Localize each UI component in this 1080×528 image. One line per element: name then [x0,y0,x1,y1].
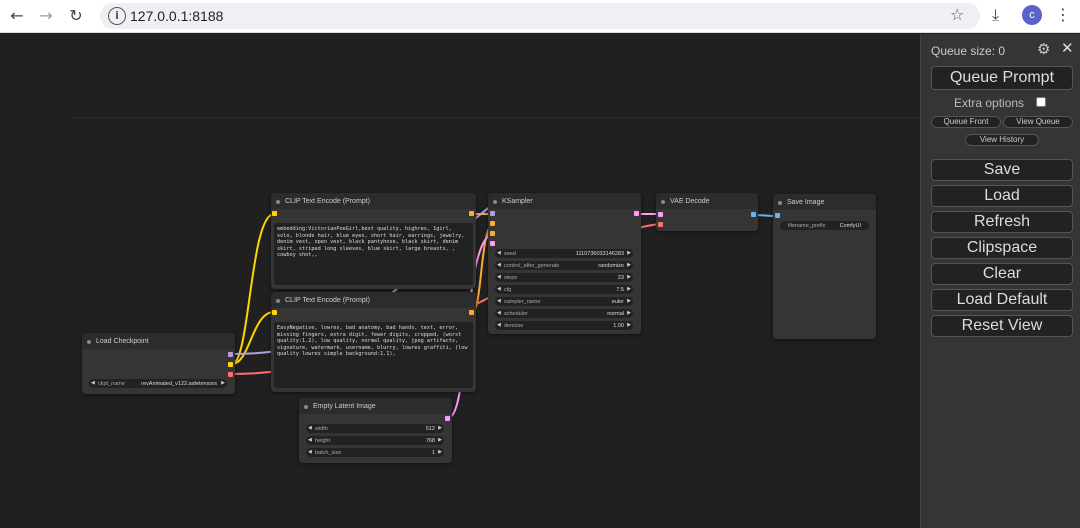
decrement-arrow-icon[interactable]: ◀ [497,310,501,316]
samples-input-slot[interactable] [658,212,663,217]
decrement-arrow-icon[interactable]: ◀ [497,298,501,304]
bookmark-star-icon[interactable]: ☆ [950,5,964,24]
ckpt-name-widget[interactable]: ◀ ckpt_name revAnimated_v122.safetensors… [89,379,227,388]
prompt-textarea[interactable]: EasyNegative, lowres, bad anatomy, bad h… [274,322,473,388]
gear-icon[interactable]: ⚙ [1037,40,1050,58]
increment-arrow-icon[interactable]: ▶ [627,274,631,280]
node-title: KSampler [502,198,533,205]
decrement-arrow-icon[interactable]: ◀ [497,274,501,280]
clip-input-slot[interactable] [272,211,277,216]
filename-prefix-widget[interactable]: filename_prefix ComfyUI [780,221,869,230]
sampler-name-widget[interactable]: ◀ sampler_name euler ▶ [495,297,633,306]
decrement-arrow-icon[interactable]: ◀ [308,425,312,431]
node-title: Load Checkpoint [96,338,149,345]
queue-size-label: Queue size: 0 [931,44,1006,58]
node-title: CLIP Text Encode (Prompt) [285,198,370,205]
batch-size-widget[interactable]: ◀ batch_size 1 ▶ [306,448,444,457]
address-bar[interactable]: i 127.0.0.1:8188 ☆ [100,3,980,29]
node-title: CLIP Text Encode (Prompt) [285,297,370,304]
decrement-arrow-icon[interactable]: ◀ [91,380,95,386]
load-button[interactable]: Load [931,185,1073,207]
increment-arrow-icon[interactable]: ▶ [627,298,631,304]
clipspace-button[interactable]: Clipspace [931,237,1073,259]
image-output-slot[interactable] [751,212,756,217]
width-widget[interactable]: ◀ width 512 ▶ [306,424,444,433]
prompt-textarea[interactable]: embedding:VictorianPoeGirl,best quality,… [274,223,473,285]
load-checkpoint-node[interactable]: Load Checkpoint ◀ ckpt_name revAnimated_… [82,333,235,394]
cfg-widget[interactable]: ◀ cfg 7.5 ▶ [495,285,633,294]
empty-latent-image-node[interactable]: Empty Latent Image ◀ width 512 ▶ ◀ heigh… [299,398,452,463]
load-default-button[interactable]: Load Default [931,289,1073,311]
queue-front-button[interactable]: Queue Front [931,116,1001,128]
view-history-button[interactable]: View History [965,134,1039,146]
decrement-arrow-icon[interactable]: ◀ [497,286,501,292]
increment-arrow-icon[interactable]: ▶ [627,310,631,316]
decrement-arrow-icon[interactable]: ◀ [497,262,501,268]
ksampler-node[interactable]: KSampler ◀ seed 1110736033146283 ▶ ◀ con… [488,193,641,334]
height-widget[interactable]: ◀ height 768 ▶ [306,436,444,445]
increment-arrow-icon[interactable]: ▶ [221,380,225,386]
scheduler-widget[interactable]: ◀ scheduler normal ▶ [495,309,633,318]
latent-input-slot[interactable] [490,241,495,246]
clip-text-encode-negative-node[interactable]: CLIP Text Encode (Prompt) EasyNegative, … [271,292,476,392]
increment-arrow-icon[interactable]: ▶ [627,262,631,268]
latent-output-slot[interactable] [445,416,450,421]
control-after-generate-widget[interactable]: ◀ control_after_generate randomize ▶ [495,261,633,270]
increment-arrow-icon[interactable]: ▶ [627,250,631,256]
decrement-arrow-icon[interactable]: ◀ [497,322,501,328]
increment-arrow-icon[interactable]: ▶ [438,425,442,431]
url-text: 127.0.0.1:8188 [130,8,224,24]
node-title: Empty Latent Image [313,403,376,410]
vae-input-slot[interactable] [658,222,663,227]
refresh-button[interactable]: Refresh [931,211,1073,233]
denoise-widget[interactable]: ◀ denoise 1.00 ▶ [495,321,633,330]
save-image-node[interactable]: Save Image filename_prefix ComfyUI [773,194,876,339]
latent-output-slot[interactable] [634,211,639,216]
comfy-menu-panel: Queue size: 0 ⚙ ✕ Queue Prompt Extra opt… [920,34,1080,528]
images-input-slot[interactable] [775,213,780,218]
decrement-arrow-icon[interactable]: ◀ [308,449,312,455]
download-icon[interactable]: ⤓ [992,5,999,25]
kebab-menu-icon[interactable]: ⋮ [1055,5,1071,24]
steps-widget[interactable]: ◀ steps 23 ▶ [495,273,633,282]
clear-button[interactable]: Clear [931,263,1073,285]
close-icon[interactable]: ✕ [1061,39,1074,57]
increment-arrow-icon[interactable]: ▶ [627,286,631,292]
increment-arrow-icon[interactable]: ▶ [438,437,442,443]
clip-text-encode-positive-node[interactable]: CLIP Text Encode (Prompt) embedding:Vict… [271,193,476,289]
increment-arrow-icon[interactable]: ▶ [627,322,631,328]
arrow-left-icon[interactable]: ← [6,5,28,27]
node-title: Save Image [787,199,825,206]
view-queue-button[interactable]: View Queue [1003,116,1073,128]
seed-widget[interactable]: ◀ seed 1110736033146283 ▶ [495,249,633,258]
negative-input-slot[interactable] [490,231,495,236]
vae-decode-node[interactable]: VAE Decode [656,193,758,231]
queue-prompt-button[interactable]: Queue Prompt [931,66,1073,90]
save-button[interactable]: Save [931,159,1073,181]
arrow-right-icon[interactable]: → [35,5,57,27]
node-title: VAE Decode [670,198,710,205]
conditioning-output-slot[interactable] [469,310,474,315]
decrement-arrow-icon[interactable]: ◀ [497,250,501,256]
decrement-arrow-icon[interactable]: ◀ [308,437,312,443]
site-info-icon[interactable]: i [108,7,126,25]
node-graph-canvas[interactable]: CLIP Text Encode (Prompt) embedding:Vict… [0,34,920,528]
extra-options-label: Extra options [954,96,1025,110]
increment-arrow-icon[interactable]: ▶ [438,449,442,455]
model-output-slot[interactable] [228,352,233,357]
model-input-slot[interactable] [490,211,495,216]
avatar[interactable]: c [1022,5,1042,25]
clip-output-slot[interactable] [228,362,233,367]
reset-view-button[interactable]: Reset View [931,315,1073,337]
positive-input-slot[interactable] [490,221,495,226]
clip-wire-pos [231,213,275,365]
vae-output-slot[interactable] [228,372,233,377]
clip-input-slot[interactable] [272,310,277,315]
conditioning-output-slot[interactable] [469,211,474,216]
extra-options-checkbox[interactable] [1036,97,1046,107]
reload-icon[interactable]: ↻ [65,5,87,27]
browser-toolbar: ← → ↻ i 127.0.0.1:8188 ☆ ⤓ c ⋮ [0,0,1080,33]
